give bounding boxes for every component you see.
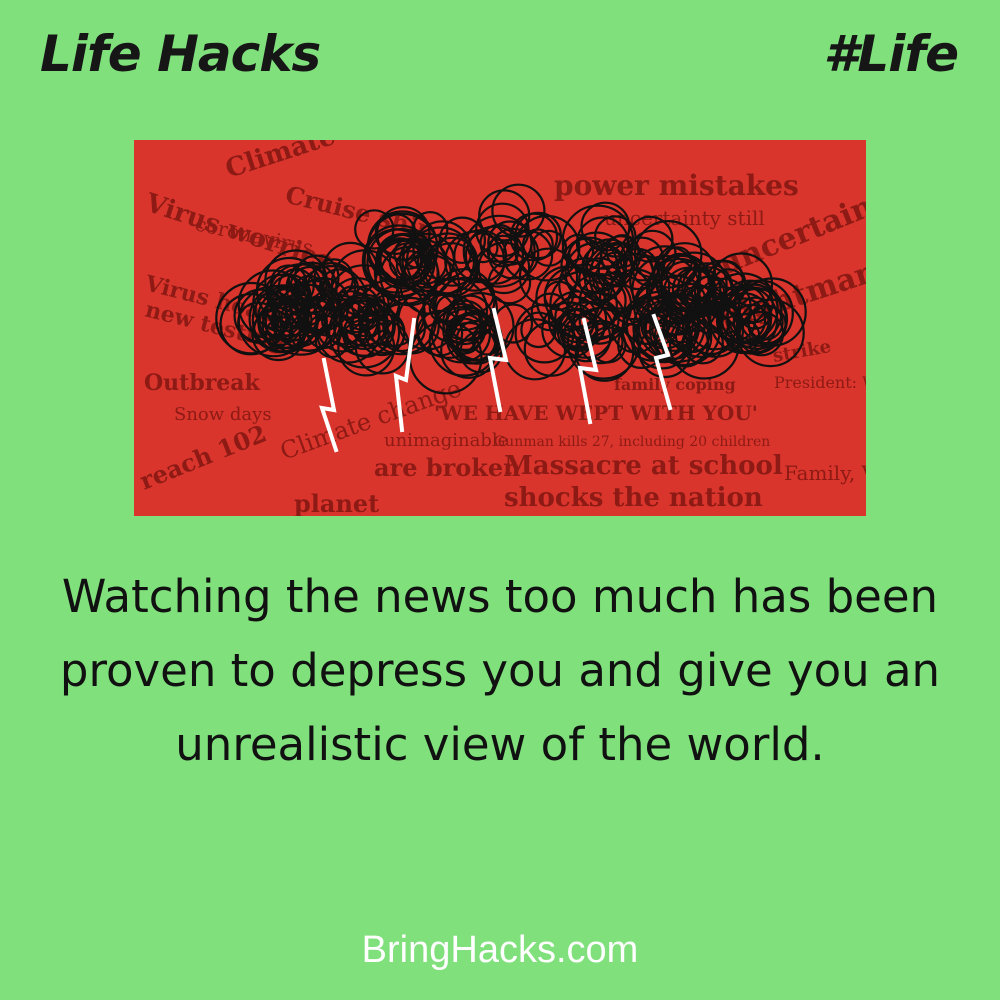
page-title: Life Hacks <box>40 25 321 83</box>
headline-text: power mistakes <box>554 169 799 202</box>
headline-text: family coping <box>614 375 736 394</box>
headline-text: President: We are here for you <box>774 373 866 392</box>
headline-text: planet <box>294 489 379 516</box>
site-link[interactable]: BringHacks.com <box>0 925 1000 975</box>
headline-text: Massacre at school <box>504 451 783 481</box>
headline-text: Gunman kills 27, including 20 children <box>494 434 770 450</box>
headline-text: 'WE HAVE WEPT WITH YOU' <box>434 401 758 425</box>
hack-description: Watching the news too much has been prov… <box>59 570 941 771</box>
headline-text: are broken <box>374 453 521 482</box>
headline-text: shocks the nation <box>504 483 763 513</box>
news-cloud-illustration: Climate changeCruise shipcoronavirusViru… <box>134 140 866 516</box>
headline-text: unimaginable <box>384 430 508 451</box>
headline-text: Outbreak <box>144 370 261 396</box>
category-tag: #Life <box>823 25 959 83</box>
headline-text: Family, Victims <box>784 461 866 485</box>
